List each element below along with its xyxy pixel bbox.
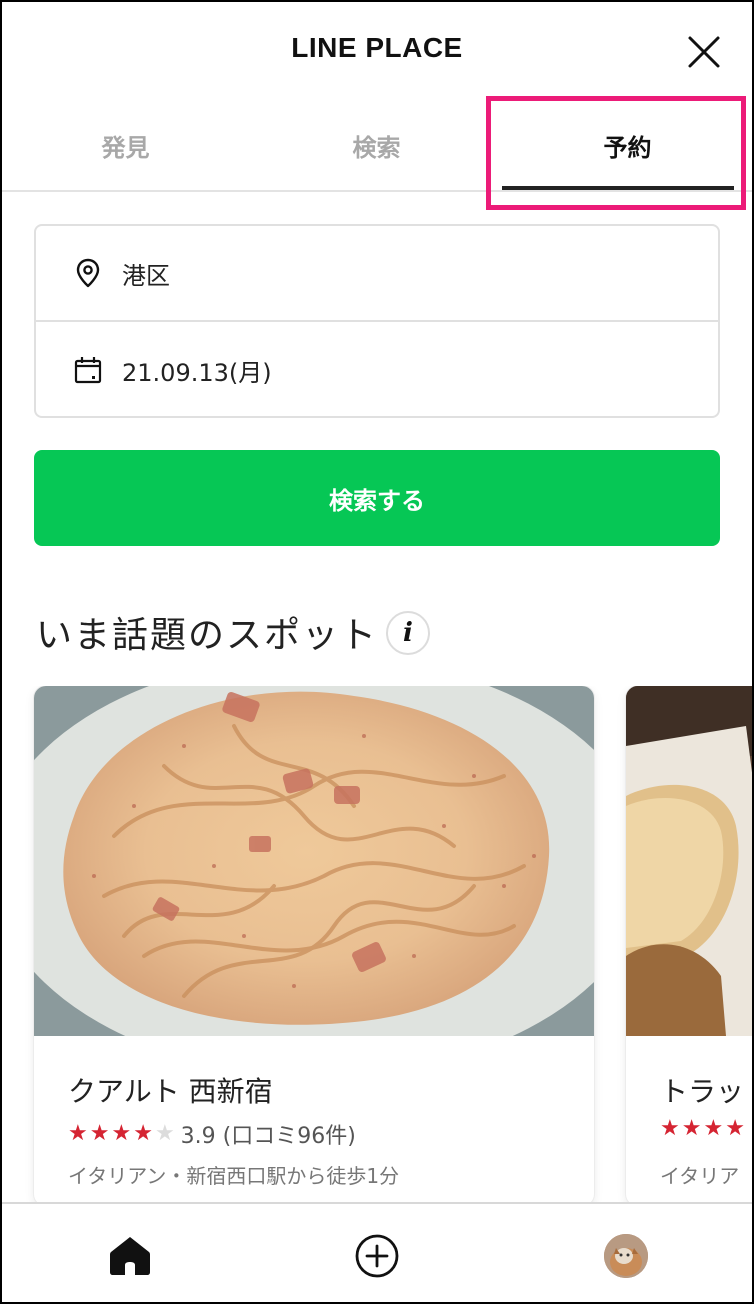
location-field[interactable]: 港区 (36, 226, 718, 322)
spot-card[interactable]: クアルト 西新宿 ★ ★ ★ ★ ★ 3.9 (口コミ96件) イタリアン・新宿… (34, 686, 594, 1206)
avatar-image (604, 1234, 648, 1278)
profile-avatar[interactable] (604, 1234, 648, 1278)
date-value: 21.09.13(月) (122, 358, 272, 387)
spot-rating: ★ ★ ★ ★ (660, 1118, 751, 1140)
spot-card[interactable]: トラッ ★ ★ ★ ★ イタリア (626, 686, 754, 1206)
carbonara-pasta-photo (34, 686, 594, 1036)
reservation-search-card: 港区 21.09.13(月) (34, 224, 720, 418)
app-title: LINE PLACE (291, 32, 463, 63)
star-icon: ★ (89, 1121, 110, 1146)
spot-name: クアルト 西新宿 (68, 1075, 273, 1108)
location-value: 港区 (122, 261, 170, 290)
spot-rating: ★ ★ ★ ★ ★ 3.9 (口コミ96件) (68, 1118, 356, 1150)
star-icon: ★ (68, 1121, 88, 1146)
star-icon: ★ (681, 1116, 702, 1141)
header: LINE PLACE (0, 0, 754, 100)
star-icon: ★ (154, 1121, 175, 1146)
search-button[interactable]: 検索する (34, 450, 720, 546)
reservation-tab-highlight (486, 96, 746, 210)
star-icon: ★ (660, 1116, 680, 1141)
spot-meta: イタリア (660, 1164, 740, 1188)
tab-search[interactable]: 検索 (251, 100, 502, 190)
spot-name: トラッ (660, 1075, 745, 1108)
location-pin-icon (76, 258, 100, 288)
add-circle-icon (355, 1234, 399, 1278)
close-icon (688, 36, 720, 68)
spot-meta: イタリアン・新宿西口駅から徒歩1分 (68, 1164, 400, 1188)
star-rating: ★ ★ ★ ★ (660, 1118, 745, 1140)
home-icon (110, 1237, 150, 1275)
close-button[interactable] (684, 32, 724, 72)
bread-photo (626, 686, 754, 1036)
nav-home-button[interactable] (106, 1232, 154, 1280)
star-icon: ★ (703, 1116, 724, 1141)
info-icon[interactable]: i (386, 611, 430, 655)
bottom-navigation (0, 1202, 754, 1304)
tab-discover[interactable]: 発見 (0, 100, 251, 190)
calendar-icon (74, 357, 102, 384)
star-rating: ★ ★ ★ ★ ★ (68, 1123, 175, 1145)
star-icon: ★ (133, 1121, 153, 1146)
date-field[interactable]: 21.09.13(月) (36, 322, 718, 418)
trending-spots-carousel: クアルト 西新宿 ★ ★ ★ ★ ★ 3.9 (口コミ96件) イタリアン・新宿… (0, 686, 754, 1206)
rating-text: 3.9 (口コミ96件) (180, 1124, 356, 1149)
star-icon: ★ (111, 1121, 132, 1146)
section-title: いま話題のスポット (36, 615, 379, 656)
nav-add-button[interactable] (353, 1232, 401, 1280)
star-icon: ★ (725, 1116, 745, 1141)
